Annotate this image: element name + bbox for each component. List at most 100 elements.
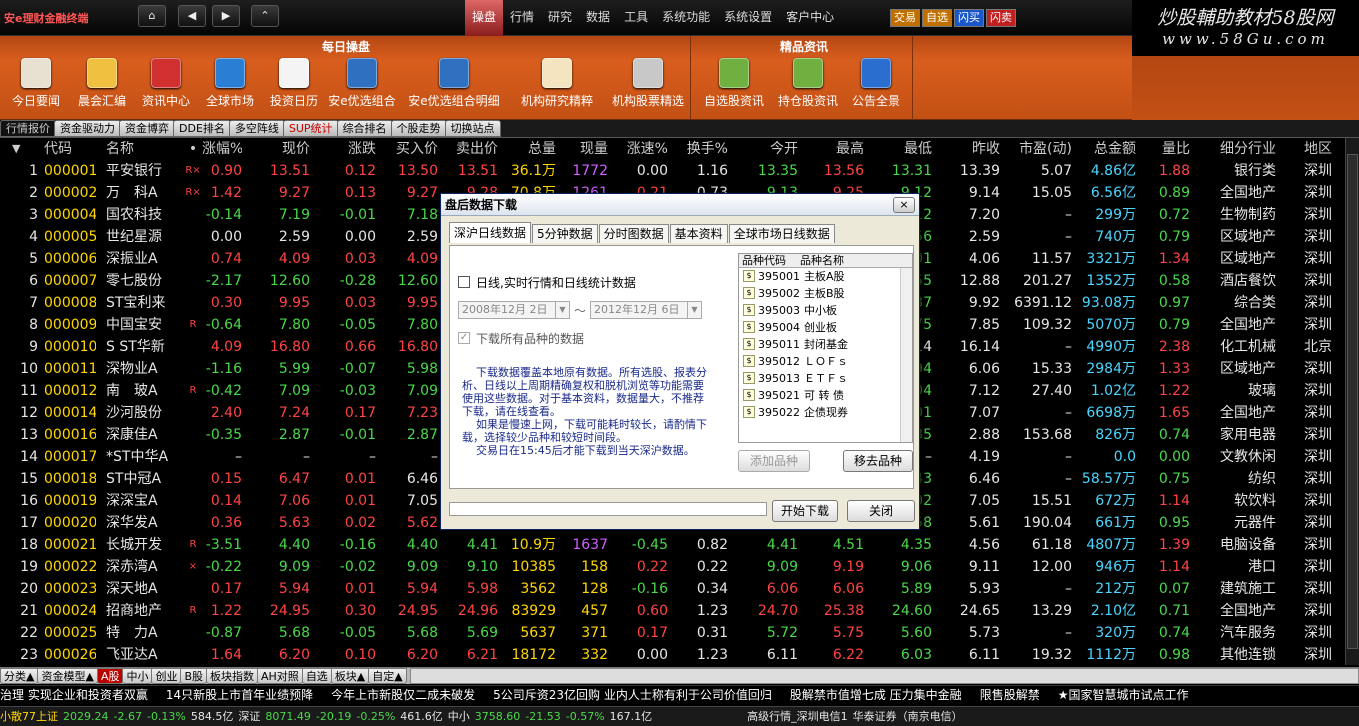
quick-button-0[interactable]: 交易 [890,9,920,27]
view-tab-3[interactable]: DDE排名 [173,120,231,137]
dialog-close-btn[interactable]: 关闭 [847,500,915,522]
ribbon-item-9[interactable]: 自选股资讯 [698,58,770,109]
ticker-item[interactable]: 5公司斥资23亿回购 业内人士称有利于公司价值回归 [493,686,790,705]
ribbon-item-4[interactable]: 投资日历 [264,58,324,109]
market-tab-6[interactable]: 板块指数 [206,668,259,684]
col-symbol-name[interactable]: 品种名称 [797,254,844,267]
ticker-item[interactable]: 今年上市新股仅二成未破发 [331,686,493,705]
header-speed[interactable]: 涨速% [614,138,668,160]
symbol-list-item[interactable]: $395004 创业板 [739,319,912,336]
header-flag[interactable]: • [184,138,202,160]
vertical-scrollbar[interactable] [1345,138,1359,665]
dialog-close-button[interactable]: × [893,197,915,213]
market-tab-7[interactable]: AH对照 [257,668,303,684]
up-button[interactable]: ⌃ [251,5,279,27]
menu-item-0[interactable]: 操盘 [465,0,504,36]
table-row[interactable]: 22 000025 特 力A -0.87 5.68 -0.05 5.68 5.69 5637 37… [0,622,1345,644]
header-change-pct[interactable]: 涨幅% [202,138,242,160]
symbol-list-item[interactable]: $395012 ＬＯＦｓ [739,353,912,370]
symbol-list-item[interactable]: $395013 ＥＴＦｓ [739,370,912,387]
ticker-item[interactable]: 限售股解禁 [980,686,1058,705]
header-industry[interactable]: 细分行业 [1196,138,1276,160]
market-tab-5[interactable]: B股 [180,668,208,684]
ribbon-item-7[interactable]: 机构研究精粹 [514,58,600,109]
symbol-list-item[interactable]: $395022 企债现券 [739,404,912,421]
market-tab-0[interactable]: 分类▲ [0,668,39,684]
menu-item-2[interactable]: 研究 [541,0,579,36]
table-row[interactable]: 23 000026 飞亚达A 1.64 6.20 0.10 6.20 6.21 18172 332… [0,644,1345,665]
symbol-list-item[interactable]: $395011 封闭基金 [739,336,912,353]
header-vol-ratio[interactable]: 量比 [1146,138,1190,160]
symbol-list[interactable]: 品种代码 品种名称 $395001 主板A股 $395002 主板B股 $395003 中… [738,253,913,443]
market-tab-9[interactable]: 板块▲ [330,668,370,684]
header-bid[interactable]: 买入价 [382,138,438,160]
all-symbols-checkbox[interactable]: ✓ [458,332,470,344]
col-symbol-code[interactable]: 品种代码 [739,254,797,267]
dialog-tab-1[interactable]: 5分钟数据 [532,224,598,243]
ribbon-item-0[interactable]: 今日要闻 [6,58,66,109]
symbol-list-item[interactable]: $395003 中小板 [739,302,912,319]
header-price[interactable]: 现价 [252,138,310,160]
market-tab-1[interactable]: 资金模型▲ [37,668,98,684]
symbol-list-item[interactable]: $395021 可 转 债 [739,387,912,404]
market-tab-10[interactable]: 自定▲ [368,668,407,684]
market-tab-4[interactable]: 创业 [151,668,182,684]
ticker-item[interactable]: 14只新股上市首年业绩预降 [166,686,331,705]
dialog-tab-2[interactable]: 分时图数据 [598,224,669,243]
header-turnover[interactable]: 换手% [674,138,728,160]
date-from-picker[interactable]: 2008年12月 2日 ▼ [458,301,570,319]
table-row[interactable]: 18 000021 长城开发 R -3.51 4.40 -0.16 4.40 4.41 10.9万… [0,534,1345,556]
horizontal-scrollbar[interactable] [409,668,1359,684]
ribbon-item-6[interactable]: 安e优选组合明细 [400,58,508,109]
header-open[interactable]: 今开 [736,138,798,160]
feed-status[interactable]: 高级行情_深圳电信1 [747,710,848,723]
view-tab-7[interactable]: 个股走势 [390,120,447,137]
menu-item-1[interactable]: 行情 [503,0,541,36]
menu-item-7[interactable]: 客户中心 [779,0,841,36]
header-amount[interactable]: 总金额 [1080,138,1136,160]
header-low[interactable]: 最低 [870,138,932,160]
header-code[interactable]: 代码 [44,138,96,160]
view-tab-8[interactable]: 切换站点 [444,120,501,137]
ticker-item[interactable]: ★国家智慧城市试点工作 [1058,686,1207,705]
ribbon-item-5[interactable]: 安e优选组合 [328,58,396,109]
ribbon-item-3[interactable]: 全球市场 [200,58,260,109]
menu-item-4[interactable]: 工具 [617,0,655,36]
add-symbol-button[interactable]: 添加品种 [738,450,810,472]
dialog-tab-4[interactable]: 全球市场日线数据 [728,224,835,243]
forward-button[interactable]: ▶ [212,5,240,27]
scroll-thumb[interactable] [1347,154,1358,649]
header-pe[interactable]: 市盈(动) [1008,138,1072,160]
menu-item-3[interactable]: 数据 [579,0,617,36]
header-volume[interactable]: 总量 [502,138,556,160]
ribbon-item-8[interactable]: 机构股票精选 [604,58,692,109]
header-last-vol[interactable]: 现量 [560,138,608,160]
view-tab-2[interactable]: 资金博弈 [119,120,175,137]
list-scrollbar[interactable] [900,268,912,442]
date-to-picker[interactable]: 2012年12月 6日 ▼ [590,301,702,319]
remove-symbol-button[interactable]: 移去品种 [843,450,913,472]
header-row-number[interactable]: ▼ [0,138,38,160]
back-button[interactable]: ◀ [178,5,206,27]
quick-button-2[interactable]: 闪买 [954,9,984,27]
dialog-tab-3[interactable]: 基本资料 [669,224,728,243]
symbol-list-item[interactable]: $395001 主板A股 [739,268,912,285]
view-tab-0[interactable]: 行情报价 [0,120,56,137]
header-region[interactable]: 地区 [1286,138,1332,160]
header-name[interactable]: 名称 [106,138,184,160]
header-ask[interactable]: 卖出价 [442,138,498,160]
ticker-item[interactable]: 股解禁市值增七成 压力集中金融 [790,686,980,705]
dialog-tab-0[interactable]: 深沪日线数据 [449,222,532,243]
view-tab-5[interactable]: SUP统计 [282,120,339,137]
market-tab-8[interactable]: 自选 [301,668,332,684]
table-row[interactable]: 21 000024 招商地产 R 1.22 24.95 0.30 24.95 24.96 8392… [0,600,1345,622]
ribbon-item-2[interactable]: 资讯中心 [136,58,196,109]
quick-button-3[interactable]: 闪卖 [986,9,1016,27]
symbol-list-item[interactable]: $395002 主板B股 [739,285,912,302]
header-high[interactable]: 最高 [806,138,864,160]
view-tab-4[interactable]: 多空阵线 [228,120,285,137]
header-change[interactable]: 涨跌 [318,138,376,160]
market-tab-3[interactable]: 中小 [122,668,153,684]
chevron-down-icon[interactable]: ▼ [687,302,701,318]
ribbon-item-1[interactable]: 晨会汇编 [72,58,132,109]
